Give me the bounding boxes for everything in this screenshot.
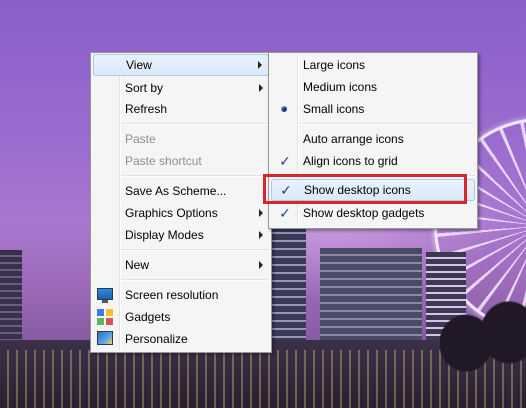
- submenu-arrow-icon: [259, 231, 263, 239]
- menu-item-label: Personalize: [125, 332, 188, 346]
- menu-item-display-modes[interactable]: Display Modes: [93, 224, 269, 246]
- submenu-arrow-icon: [259, 209, 263, 217]
- menu-item-paste-shortcut: Paste shortcut: [93, 150, 269, 172]
- annotation-highlight-box: [263, 174, 467, 204]
- gadgets-icon: [97, 309, 113, 325]
- menu-item-label: Medium icons: [303, 80, 378, 94]
- monitor-icon: [97, 288, 113, 303]
- menu-item-label: New: [125, 258, 150, 272]
- menu-item-refresh[interactable]: Refresh: [93, 98, 269, 120]
- menu-item-label: Refresh: [125, 102, 168, 116]
- checkmark-icon: ✓: [279, 153, 291, 169]
- radio-bullet-icon: [281, 106, 287, 112]
- menu-item-medium-icons[interactable]: Medium icons: [271, 76, 475, 98]
- menu-item-gadgets[interactable]: Gadgets: [93, 306, 269, 328]
- menu-item-show-desktop-gadgets[interactable]: ✓ Show desktop gadgets: [271, 202, 475, 224]
- menu-item-screen-resolution[interactable]: Screen resolution: [93, 284, 269, 306]
- submenu-arrow-icon: [259, 84, 263, 92]
- menu-item-small-icons[interactable]: Small icons: [271, 98, 475, 120]
- menu-item-label: Paste shortcut: [125, 154, 202, 168]
- menu-item-new[interactable]: New: [93, 254, 269, 276]
- menu-item-label: Graphics Options: [125, 206, 218, 220]
- menu-item-align-icons-to-grid[interactable]: ✓ Align icons to grid: [271, 150, 475, 172]
- menu-item-label: Small icons: [303, 102, 365, 116]
- menu-item-sort-by[interactable]: Sort by: [93, 77, 269, 99]
- menu-separator: [121, 249, 269, 251]
- menu-item-label: Align icons to grid: [303, 154, 398, 168]
- menu-item-label: Auto arrange icons: [303, 132, 404, 146]
- menu-item-view[interactable]: View: [93, 54, 269, 76]
- menu-item-large-icons[interactable]: Large icons: [271, 54, 475, 76]
- submenu-arrow-icon: [259, 261, 263, 269]
- menu-item-save-as-scheme[interactable]: Save As Scheme...: [93, 180, 269, 202]
- menu-item-label: Show desktop gadgets: [303, 206, 425, 220]
- menu-item-label: Display Modes: [125, 228, 204, 242]
- menu-item-label: Paste: [125, 132, 156, 146]
- desktop-context-menu: View Sort by Refresh Paste Paste shortcu…: [90, 52, 272, 353]
- menu-separator: [121, 175, 269, 177]
- menu-separator: [299, 123, 475, 125]
- palm-trees: [440, 300, 526, 408]
- menu-item-label: Large icons: [303, 58, 366, 72]
- menu-item-label: Screen resolution: [125, 288, 219, 302]
- submenu-arrow-icon: [258, 61, 262, 69]
- personalize-icon: [97, 331, 113, 345]
- menu-item-label: Sort by: [125, 81, 164, 95]
- menu-item-label: Gadgets: [125, 310, 171, 324]
- checkmark-icon: ✓: [279, 205, 291, 221]
- menu-item-graphics-options[interactable]: Graphics Options: [93, 202, 269, 224]
- menu-item-label: View: [126, 58, 152, 72]
- menu-item-auto-arrange-icons[interactable]: Auto arrange icons: [271, 128, 475, 150]
- menu-item-paste: Paste: [93, 128, 269, 150]
- menu-item-personalize[interactable]: Personalize: [93, 328, 269, 350]
- menu-item-label: Save As Scheme...: [125, 184, 227, 198]
- menu-separator: [121, 123, 269, 125]
- menu-separator: [121, 279, 269, 281]
